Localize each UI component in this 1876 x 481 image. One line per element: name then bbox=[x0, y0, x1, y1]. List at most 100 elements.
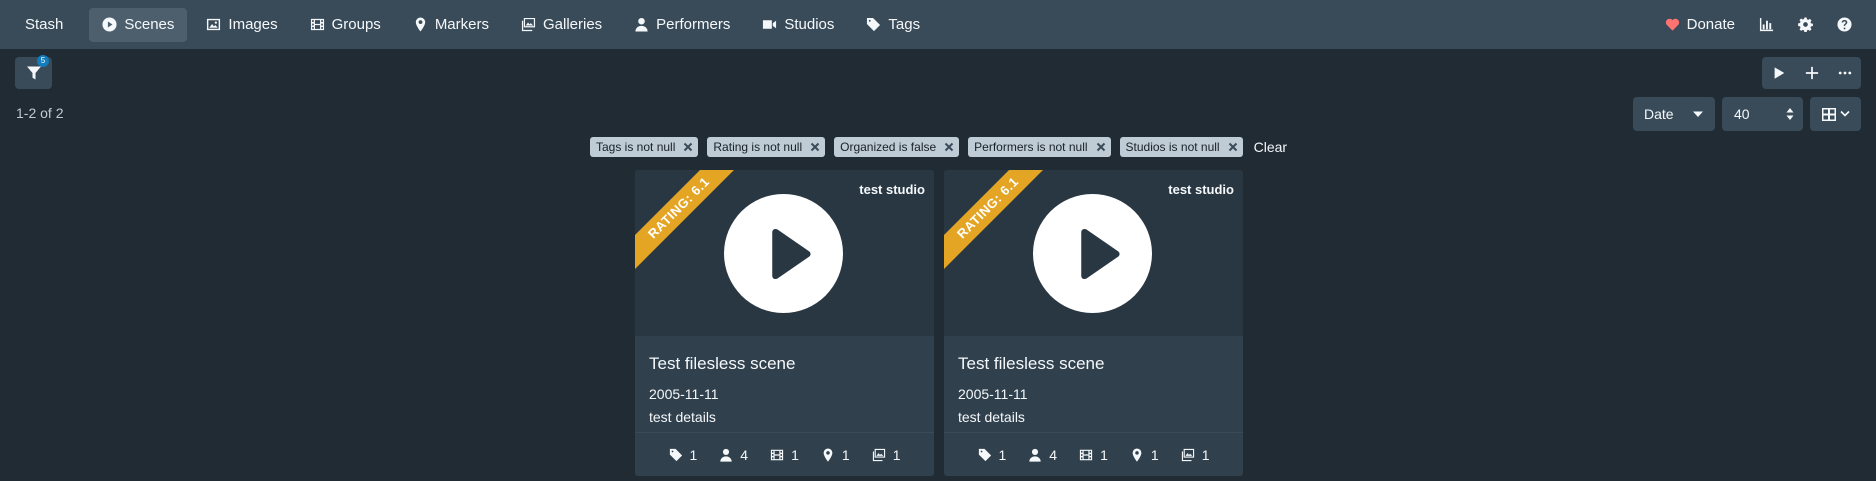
nav-item-label: Studios bbox=[784, 16, 835, 33]
video-icon bbox=[762, 17, 777, 32]
chevron-down-icon bbox=[1839, 110, 1850, 118]
clear-criteria-button[interactable]: Clear bbox=[1254, 139, 1287, 155]
criterion-label: Rating is not null bbox=[713, 140, 803, 154]
markers-count-button[interactable]: 1 bbox=[1130, 447, 1159, 463]
stats-button[interactable] bbox=[1749, 8, 1784, 42]
map-marker-icon bbox=[1130, 447, 1144, 462]
tags-count-button[interactable]: 1 bbox=[978, 446, 1007, 463]
card-body: Test filesless scene 2005-11-11 test det… bbox=[635, 336, 934, 425]
display-mode-dropdown[interactable] bbox=[1810, 97, 1861, 131]
close-icon[interactable] bbox=[683, 142, 693, 152]
criterion-tag[interactable]: Tags is not null bbox=[590, 137, 699, 157]
markers-count: 1 bbox=[841, 446, 850, 463]
play-button[interactable] bbox=[1762, 57, 1795, 89]
scene-card[interactable]: RATING: 6.1 test studio Test filesless s… bbox=[635, 170, 934, 476]
close-icon[interactable] bbox=[1096, 142, 1106, 152]
user-icon bbox=[1028, 448, 1042, 462]
help-button[interactable] bbox=[1827, 8, 1862, 42]
user-icon bbox=[719, 448, 733, 462]
criterion-tag[interactable]: Studios is not null bbox=[1119, 137, 1243, 157]
per-page-select[interactable]: 40 bbox=[1722, 97, 1803, 131]
scene-date: 2005-11-11 bbox=[958, 386, 1028, 402]
performers-count: 4 bbox=[1049, 446, 1058, 463]
criterion-label: Studios is not null bbox=[1125, 140, 1220, 154]
scene-details: test details bbox=[958, 409, 1025, 425]
images-icon bbox=[1181, 448, 1195, 462]
criterion-label: Performers is not null bbox=[974, 140, 1088, 154]
criterion-tag[interactable]: Organized is false bbox=[834, 137, 960, 157]
plus-icon bbox=[1805, 66, 1819, 80]
close-icon[interactable] bbox=[810, 142, 820, 152]
brand-link[interactable]: Stash bbox=[14, 16, 74, 33]
galleries-count-button[interactable]: 1 bbox=[1181, 447, 1209, 463]
tag-icon bbox=[866, 17, 881, 32]
nav-item-galleries[interactable]: Galleries bbox=[508, 8, 615, 42]
donate-button[interactable]: Donate bbox=[1655, 8, 1745, 42]
filter-button[interactable]: 5 bbox=[15, 55, 52, 89]
play-icon bbox=[1033, 194, 1152, 313]
groups-count: 1 bbox=[1100, 446, 1108, 463]
user-icon bbox=[634, 17, 649, 32]
markers-count-button[interactable]: 1 bbox=[821, 447, 850, 463]
chart-icon bbox=[1759, 17, 1774, 32]
sort-by-value: Date bbox=[1644, 106, 1674, 122]
more-options-button[interactable] bbox=[1828, 57, 1861, 89]
play-icon bbox=[1772, 66, 1786, 80]
scene-title[interactable]: Test filesless scene bbox=[649, 354, 920, 374]
grid-icon bbox=[1821, 107, 1836, 121]
ellipsis-icon bbox=[1838, 66, 1852, 80]
nav-item-groups[interactable]: Groups bbox=[297, 8, 394, 42]
create-button[interactable] bbox=[1795, 57, 1828, 89]
nav-item-scenes[interactable]: Scenes bbox=[89, 7, 188, 42]
operations-button-group bbox=[1762, 57, 1861, 89]
nav-item-performers[interactable]: Performers bbox=[621, 8, 743, 42]
nav-item-markers[interactable]: Markers bbox=[400, 8, 502, 42]
filter-criteria-row: Tags is not null Rating is not null Orga… bbox=[590, 137, 1287, 157]
card-body: Test filesless scene 2005-11-11 test det… bbox=[944, 336, 1243, 425]
tag-icon bbox=[978, 448, 992, 462]
film-icon bbox=[1079, 448, 1093, 462]
filter-icon bbox=[26, 65, 42, 81]
question-circle-icon bbox=[1837, 17, 1852, 32]
sort-by-dropdown[interactable]: Date bbox=[1633, 97, 1715, 131]
nav-item-images[interactable]: Images bbox=[193, 8, 290, 42]
per-page-value: 40 bbox=[1734, 106, 1750, 122]
performers-count: 4 bbox=[740, 446, 749, 463]
criterion-tag[interactable]: Performers is not null bbox=[968, 137, 1111, 157]
performers-count-button[interactable]: 4 bbox=[1028, 447, 1057, 463]
pagination-count: 1-2 of 2 bbox=[16, 105, 64, 121]
groups-count-button[interactable]: 1 bbox=[1079, 447, 1108, 463]
scene-title[interactable]: Test filesless scene bbox=[958, 354, 1229, 374]
nav-item-label: Images bbox=[228, 16, 278, 33]
scene-card[interactable]: RATING: 6.1 test studio Test filesless s… bbox=[944, 170, 1243, 476]
tags-count: 1 bbox=[998, 446, 1007, 463]
filter-count-badge: 5 bbox=[37, 55, 49, 67]
nav-right: Donate bbox=[1655, 8, 1862, 42]
markers-count: 1 bbox=[1150, 446, 1159, 463]
scene-thumbnail[interactable]: RATING: 6.1 test studio bbox=[944, 170, 1243, 336]
scene-card-grid: RATING: 6.1 test studio Test filesless s… bbox=[635, 170, 1243, 476]
nav-item-label: Groups bbox=[331, 16, 381, 33]
nav-item-studios[interactable]: Studios bbox=[749, 8, 847, 42]
settings-button[interactable] bbox=[1788, 8, 1823, 42]
nav-item-tags[interactable]: Tags bbox=[853, 8, 933, 42]
tags-count-button[interactable]: 1 bbox=[669, 446, 698, 463]
film-icon bbox=[770, 448, 784, 462]
groups-count-button[interactable]: 1 bbox=[770, 447, 799, 463]
scene-thumbnail[interactable]: RATING: 6.1 test studio bbox=[635, 170, 934, 336]
popover-buttons: 1 4 1 1 1 bbox=[944, 432, 1243, 476]
galleries-count-button[interactable]: 1 bbox=[872, 446, 901, 463]
top-navbar: Stash Scenes Images Groups Markers Galle… bbox=[0, 0, 1876, 49]
sort-arrows-icon bbox=[1786, 107, 1794, 121]
close-icon[interactable] bbox=[1228, 142, 1238, 152]
map-marker-icon bbox=[821, 447, 835, 462]
studio-overlay[interactable]: test studio bbox=[859, 182, 925, 197]
tags-count: 1 bbox=[689, 446, 698, 463]
performers-count-button[interactable]: 4 bbox=[719, 447, 748, 463]
close-icon[interactable] bbox=[944, 142, 954, 152]
studio-overlay[interactable]: test studio bbox=[1168, 182, 1234, 197]
nav-item-label: Tags bbox=[888, 16, 921, 33]
galleries-count: 1 bbox=[892, 446, 901, 463]
nav-item-label: Scenes bbox=[124, 16, 175, 33]
criterion-tag[interactable]: Rating is not null bbox=[707, 137, 826, 157]
